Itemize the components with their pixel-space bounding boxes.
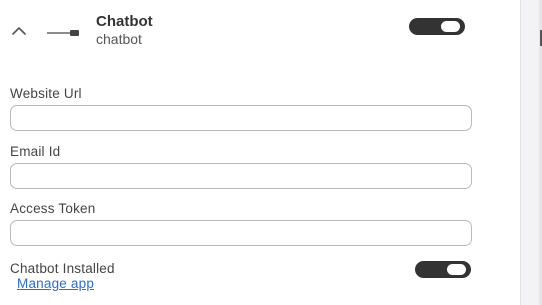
email-id-label: Email Id bbox=[10, 144, 61, 159]
app-subtitle: chatbot bbox=[96, 31, 142, 47]
chatbot-settings-panel: Chatbot chatbot Website Url Email Id Acc… bbox=[0, 0, 542, 305]
chevron-up-icon[interactable] bbox=[12, 23, 26, 35]
chatbot-installed-toggle[interactable] bbox=[415, 261, 471, 278]
app-enabled-toggle[interactable] bbox=[409, 18, 465, 35]
access-token-input[interactable] bbox=[10, 220, 472, 246]
toggle-knob bbox=[447, 264, 466, 275]
right-side-panel bbox=[520, 0, 542, 305]
email-id-input[interactable] bbox=[10, 163, 472, 189]
plug-connector-icon bbox=[46, 24, 80, 36]
website-url-label: Website Url bbox=[10, 86, 82, 101]
toggle-knob bbox=[441, 21, 460, 32]
app-title: Chatbot bbox=[96, 13, 153, 30]
website-url-input[interactable] bbox=[10, 105, 472, 131]
access-token-label: Access Token bbox=[10, 201, 96, 216]
manage-app-link[interactable]: Manage app bbox=[17, 276, 94, 291]
chatbot-installed-label: Chatbot Installed bbox=[10, 261, 115, 276]
